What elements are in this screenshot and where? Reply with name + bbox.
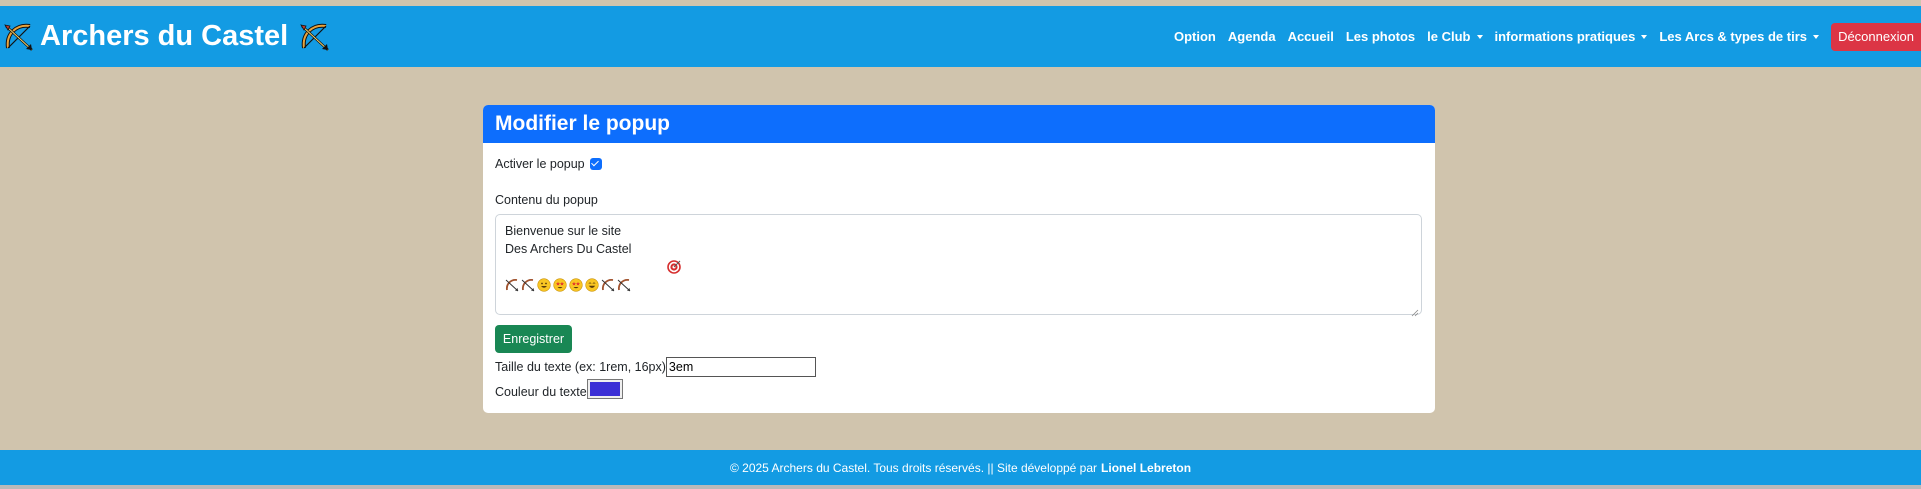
caret-down-icon bbox=[1813, 34, 1819, 39]
nav-photos-label: Les photos bbox=[1345, 29, 1416, 44]
laughing-face-icon bbox=[585, 278, 599, 292]
brand-link[interactable]: Archers du Castel bbox=[0, 6, 332, 67]
save-button[interactable]: Enregistrer bbox=[495, 325, 572, 353]
logout-button[interactable]: Déconnexion bbox=[1831, 22, 1921, 51]
popup-content-textarea[interactable]: Bienvenue sur le site Des Archers Du Cas… bbox=[495, 214, 1422, 317]
nav-infos-dropdown[interactable]: informations pratiques bbox=[1495, 29, 1648, 44]
enable-popup-row: Activer le popup bbox=[495, 157, 602, 171]
text-size-row: Taille du texte (ex: 1rem, 16px) 3em bbox=[495, 357, 816, 377]
bow-and-arrow-icon bbox=[601, 278, 615, 292]
resize-handle-icon[interactable] bbox=[1411, 304, 1419, 317]
nav-arcs-dropdown[interactable]: Les Arcs & types de tirs bbox=[1659, 29, 1819, 44]
bow-and-arrow-icon bbox=[505, 278, 519, 292]
nav-accueil[interactable]: Accueil bbox=[1288, 29, 1334, 44]
text-size-input[interactable]: 3em bbox=[665, 357, 816, 377]
star-struck-face-icon bbox=[553, 278, 567, 292]
bow-and-arrow-icon bbox=[298, 20, 332, 54]
content-label: Contenu du popup bbox=[495, 193, 598, 207]
brand-title: Archers du Castel bbox=[40, 20, 289, 52]
card-title: Modifier le popup bbox=[483, 105, 1435, 143]
content-line-1: Bienvenue sur le site bbox=[505, 224, 622, 238]
caret-down-icon bbox=[1641, 34, 1648, 39]
target-icon bbox=[632, 242, 681, 274]
grinning-face-icon bbox=[537, 278, 551, 292]
nav-club-label: le Club bbox=[1427, 29, 1471, 44]
color-swatch bbox=[589, 382, 620, 396]
text-color-label: Couleur du texte bbox=[495, 385, 587, 399]
bottom-border bbox=[0, 485, 1921, 489]
nav-option-label: Option bbox=[1174, 29, 1216, 44]
navbar: Archers du Castel Option Agenda Accueil … bbox=[0, 6, 1921, 67]
text-size-label: Taille du texte (ex: 1rem, 16px) bbox=[495, 360, 666, 374]
content-line-2: Des Archers Du Castel bbox=[505, 240, 1412, 274]
nav-agenda-label: Agenda bbox=[1227, 29, 1276, 44]
enable-popup-checkbox[interactable] bbox=[589, 158, 602, 170]
text-color-picker[interactable] bbox=[586, 379, 623, 399]
nav-photos[interactable]: Les photos bbox=[1346, 29, 1415, 44]
nav-infos-label: informations pratiques bbox=[1494, 29, 1636, 44]
nav-agenda[interactable]: Agenda bbox=[1228, 29, 1276, 44]
main-nav: Option Agenda Accueil Les photos le Club… bbox=[1174, 6, 1921, 67]
nav-option[interactable]: Option bbox=[1174, 29, 1216, 44]
edit-popup-card: Modifier le popup Activer le popup Conte… bbox=[483, 105, 1435, 413]
nav-accueil-label: Accueil bbox=[1287, 29, 1334, 44]
bow-and-arrow-icon bbox=[2, 20, 36, 54]
nav-club-dropdown[interactable]: le Club bbox=[1427, 29, 1483, 44]
star-struck-face-icon bbox=[569, 278, 583, 292]
enable-popup-label: Activer le popup bbox=[495, 157, 585, 171]
content-line-2-text: Des Archers Du Castel bbox=[505, 242, 632, 256]
footer-author: Lionel Lebreton bbox=[1101, 460, 1192, 475]
bow-and-arrow-icon bbox=[521, 278, 535, 292]
footer-text: © 2025 Archers du Castel. Tous droits ré… bbox=[729, 460, 1098, 475]
text-color-row: Couleur du texte bbox=[495, 379, 623, 399]
bow-and-arrow-icon bbox=[617, 278, 631, 292]
footer: © 2025 Archers du Castel. Tous droits ré… bbox=[0, 450, 1921, 485]
nav-arcs-label: Les Arcs & types de tirs bbox=[1659, 29, 1807, 44]
caret-down-icon bbox=[1476, 34, 1483, 39]
